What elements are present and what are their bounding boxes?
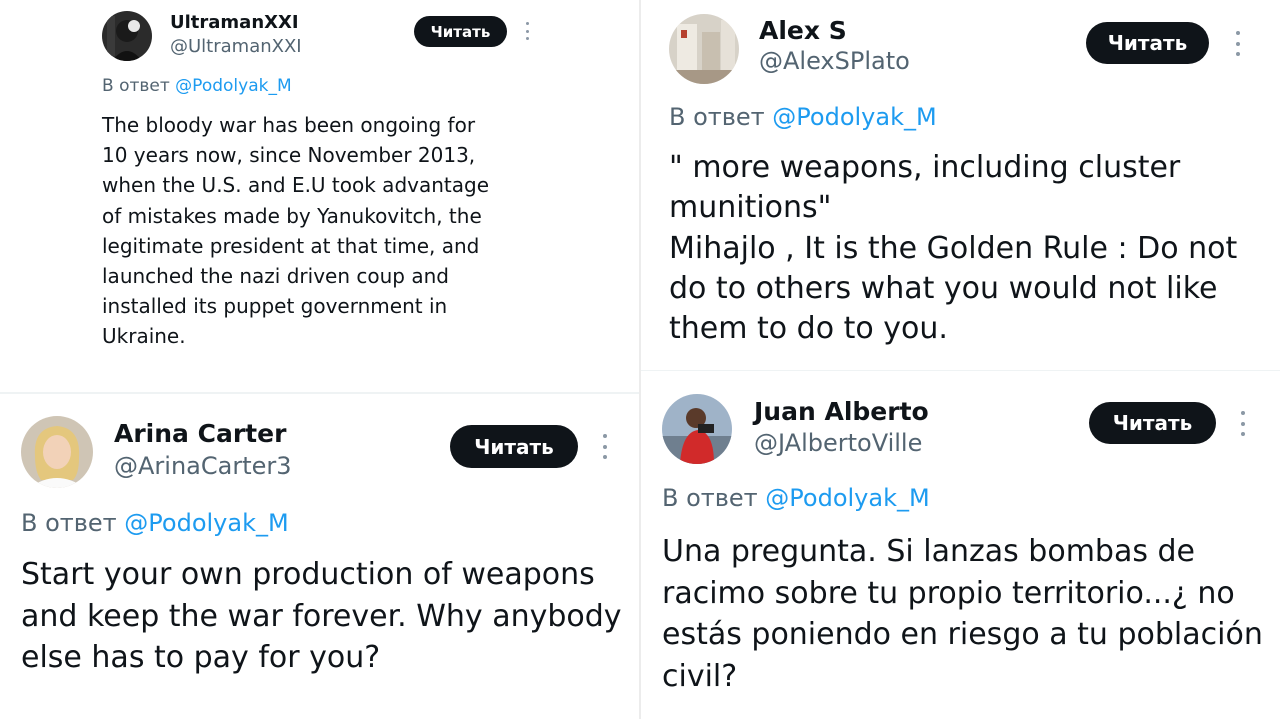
avatar[interactable] — [669, 14, 739, 84]
reply-prefix: В ответ — [662, 484, 758, 512]
reply-context: В ответ @Podolyak_M — [662, 484, 930, 512]
avatar-image — [662, 394, 732, 464]
tweet-card[interactable]: Arina Carter @ArinaCarter3 Читать В отве… — [0, 394, 639, 719]
reply-prefix: В ответ — [21, 509, 117, 537]
more-vertical-icon[interactable] — [1240, 411, 1245, 436]
avatar[interactable] — [662, 394, 732, 464]
reply-context: В ответ @Podolyak_M — [102, 76, 292, 96]
tweet-text: The bloody war has been ongoing for 10 y… — [102, 113, 490, 349]
read-button[interactable]: Читать — [1089, 402, 1216, 444]
tweet-card[interactable]: Juan Alberto @JAlbertoVille Читать В отв… — [641, 371, 1280, 719]
tweet-text: Start your own production of weapons and… — [21, 557, 622, 675]
more-vertical-icon[interactable] — [1235, 31, 1240, 56]
mention-link[interactable]: @Podolyak_M — [124, 509, 288, 537]
user-handle[interactable]: @ArinaCarter3 — [114, 452, 292, 480]
user-handle[interactable]: @AlexSPlato — [759, 47, 910, 75]
display-name[interactable]: UltramanXXI — [170, 12, 299, 33]
reply-prefix: В ответ — [102, 76, 170, 96]
display-name[interactable]: Juan Alberto — [754, 397, 929, 426]
reply-prefix: В ответ — [669, 103, 765, 131]
reply-context: В ответ @Podolyak_M — [669, 103, 937, 131]
avatar[interactable] — [102, 11, 152, 61]
mention-link[interactable]: @Podolyak_M — [772, 103, 936, 131]
avatar-image — [102, 11, 152, 61]
mention-link[interactable]: @Podolyak_M — [765, 484, 929, 512]
tweet-card[interactable]: UltramanXXI @UltramanXXI Читать В ответ … — [0, 0, 639, 392]
reply-context: В ответ @Podolyak_M — [21, 509, 289, 537]
read-button[interactable]: Читать — [450, 425, 578, 468]
display-name[interactable]: Arina Carter — [114, 419, 286, 448]
tweet-card[interactable]: Alex S @AlexSPlato Читать В ответ @Podol… — [641, 0, 1280, 369]
avatar[interactable] — [21, 416, 93, 488]
avatar-image — [669, 14, 739, 84]
read-button[interactable]: Читать — [414, 16, 507, 47]
display-name[interactable]: Alex S — [759, 16, 847, 45]
mention-link[interactable]: @Podolyak_M — [175, 76, 291, 96]
user-handle[interactable]: @UltramanXXI — [170, 36, 302, 57]
tweet-text: Una pregunta. Si lanzas bombas de racimo… — [662, 534, 1263, 694]
more-vertical-icon[interactable] — [602, 434, 607, 459]
avatar-image — [21, 416, 93, 488]
more-vertical-icon[interactable] — [525, 22, 529, 40]
user-handle[interactable]: @JAlbertoVille — [754, 429, 922, 457]
tweet-text: " more weapons, including cluster muniti… — [669, 150, 1238, 347]
read-button[interactable]: Читать — [1086, 22, 1209, 64]
